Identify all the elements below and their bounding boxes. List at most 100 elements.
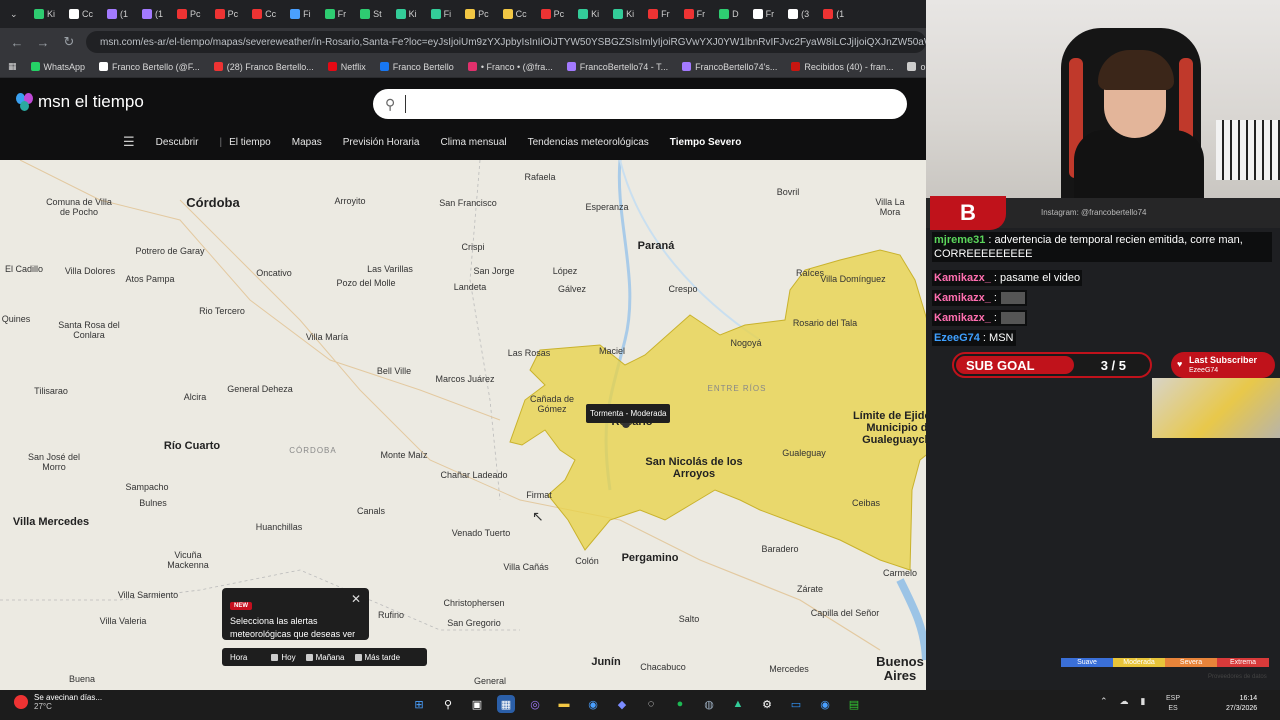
search-input[interactable] bbox=[405, 95, 706, 113]
map-place-label: Firmat bbox=[526, 490, 552, 500]
language-indicator[interactable]: ESP ES bbox=[1166, 694, 1180, 714]
map-place-label: San Francisco bbox=[439, 198, 497, 208]
browser-tab[interactable]: Fr bbox=[678, 3, 712, 25]
map-place-label: Ceibas bbox=[851, 498, 881, 508]
nav-discover[interactable]: Descubrir bbox=[156, 137, 199, 148]
terminal-icon[interactable]: ▤ bbox=[845, 695, 863, 713]
map-place-label: Gualeguay bbox=[782, 448, 826, 458]
app-triangle-icon[interactable]: ▲ bbox=[729, 695, 747, 713]
browser-tab[interactable]: Fr bbox=[642, 3, 676, 25]
close-icon[interactable]: ✕ bbox=[351, 592, 361, 606]
browser-tab[interactable]: Fr bbox=[319, 3, 353, 25]
chat-message: Kamikazx_ : bbox=[932, 290, 1027, 306]
reload-icon[interactable]: ↻ bbox=[60, 34, 78, 50]
apps-icon[interactable]: ▦ bbox=[8, 61, 17, 72]
browser-tab[interactable]: Cc bbox=[63, 3, 99, 25]
nav-maps[interactable]: Mapas bbox=[292, 137, 322, 148]
chrome-icon[interactable]: ◉ bbox=[584, 695, 602, 713]
forward-icon[interactable]: → bbox=[34, 35, 52, 50]
store-icon[interactable]: ▦ bbox=[497, 695, 515, 713]
map-place-label: Villa María bbox=[305, 332, 349, 342]
spotify-icon[interactable]: ● bbox=[671, 695, 689, 713]
map-place-label: Durazno bbox=[1152, 542, 1188, 552]
app-icon[interactable]: ◌ bbox=[642, 695, 660, 713]
bookmark-item[interactable]: (28) Franco Bertello... bbox=[213, 62, 314, 72]
cloud-icon[interactable]: ☁ bbox=[1120, 696, 1129, 707]
filter-today[interactable]: Hoy bbox=[271, 653, 296, 662]
browser-tab[interactable]: Cc bbox=[497, 3, 533, 25]
settings-icon[interactable]: ⚙ bbox=[758, 695, 776, 713]
browser-tab[interactable]: St bbox=[354, 3, 388, 25]
url-bar[interactable]: msn.com/es-ar/el-tiempo/mapas/severeweat… bbox=[86, 31, 926, 53]
map-place-label: Cañada de Gómez bbox=[529, 394, 575, 414]
back-icon[interactable]: ← bbox=[8, 35, 26, 50]
map-place-label: Buenos Aires bbox=[876, 654, 924, 683]
discord-circle-icon[interactable]: ◎ bbox=[526, 695, 544, 713]
data-providers-link[interactable]: Proveedores de datos bbox=[1208, 674, 1267, 680]
nav-weather[interactable]: El tiempo bbox=[229, 137, 271, 148]
bookmark-item[interactable]: Franco Bertello bbox=[379, 62, 454, 72]
browser-tab[interactable]: Pc bbox=[209, 3, 245, 25]
bookmark-item[interactable]: FrancoBertello74's... bbox=[682, 62, 777, 72]
browser-tab[interactable]: Fi bbox=[284, 3, 317, 25]
map-place-label: Christophersen bbox=[443, 598, 505, 608]
bookmark-item[interactable]: Recibidos (40) - fran... bbox=[791, 62, 893, 72]
steam-icon[interactable]: ◍ bbox=[700, 695, 718, 713]
task-view-icon[interactable]: ▣ bbox=[468, 695, 486, 713]
browser-tab[interactable]: (3 bbox=[782, 3, 815, 25]
start-icon[interactable]: ⊞ bbox=[410, 695, 428, 713]
bookmark-item[interactable]: outlook bbox=[907, 62, 926, 72]
map-place-label: Alcira bbox=[183, 392, 207, 402]
browser-tab[interactable]: Ki bbox=[28, 3, 61, 25]
clock[interactable]: 16:14 27/3/2026 bbox=[1226, 694, 1257, 714]
nav-trends[interactable]: Tendencias meteorológicas bbox=[528, 137, 649, 148]
bookmark-item[interactable]: Netflix bbox=[327, 62, 366, 72]
tab-list-button[interactable]: ⌄ bbox=[4, 3, 26, 25]
bookmark-item[interactable]: WhatsApp bbox=[30, 62, 85, 72]
browser-tab[interactable]: Fr bbox=[747, 3, 781, 25]
browser-tab[interactable]: Pc bbox=[171, 3, 207, 25]
nav-monthly[interactable]: Clima mensual bbox=[440, 137, 506, 148]
search-icon[interactable]: ⚲ bbox=[439, 695, 457, 713]
menu-icon[interactable]: ☰ bbox=[123, 134, 135, 150]
map-place-label: Rio Tercero bbox=[199, 306, 245, 316]
browser-tab[interactable]: Pc bbox=[459, 3, 495, 25]
weather-widget[interactable]: Se avecinan días... 27°C bbox=[14, 693, 102, 711]
map-place-label: FLORIDA bbox=[1201, 544, 1243, 553]
bookmark-item[interactable]: Franco Bertello (@F... bbox=[99, 62, 200, 72]
bookmark-favicon-icon bbox=[327, 62, 337, 71]
nav-severe-weather[interactable]: Tiempo Severo bbox=[670, 137, 742, 148]
nav-hourly[interactable]: Previsión Horaria bbox=[343, 137, 420, 148]
filter-later[interactable]: Más tarde bbox=[354, 653, 400, 662]
battery-icon[interactable]: ▮ bbox=[1141, 696, 1146, 707]
browser-tab[interactable]: Ki bbox=[390, 3, 423, 25]
tab-label: Ki bbox=[47, 9, 56, 19]
chrome-icon-2[interactable]: ◉ bbox=[816, 695, 834, 713]
chevron-up-icon[interactable]: ⌃ bbox=[1100, 696, 1108, 707]
search-box[interactable]: ⚲ bbox=[373, 89, 907, 119]
tab-favicon-icon bbox=[69, 9, 80, 19]
browser-tab[interactable]: Pc bbox=[535, 3, 571, 25]
browser-tab[interactable]: Ki bbox=[572, 3, 605, 25]
bookmark-item[interactable]: FrancoBertello74 - T... bbox=[566, 62, 668, 72]
folder-icon[interactable]: ▬ bbox=[555, 695, 573, 713]
discord-icon[interactable]: ◆ bbox=[613, 695, 631, 713]
bookmark-item[interactable]: • Franco • (@fra... bbox=[467, 62, 553, 72]
browser-tab[interactable]: Cc bbox=[246, 3, 282, 25]
tab-label: Ki bbox=[626, 9, 635, 19]
monitor-icon[interactable]: ▭ bbox=[787, 695, 805, 713]
map-place-label: Canals bbox=[356, 506, 386, 516]
map-place-label: López bbox=[552, 266, 578, 276]
browser-tab[interactable]: D bbox=[713, 3, 745, 25]
bookmark-favicon-icon bbox=[467, 62, 477, 71]
browser-tab[interactable]: Fi bbox=[425, 3, 458, 25]
filter-tomorrow[interactable]: Mañana bbox=[305, 653, 345, 662]
map-place-label: Villa Domínguez bbox=[820, 274, 886, 284]
alert-selection-popup: NEW ✕ Selecciona las alertas meteorológi… bbox=[222, 588, 369, 640]
browser-tab[interactable]: Ki bbox=[607, 3, 640, 25]
browser-tab[interactable]: (1 bbox=[817, 3, 850, 25]
weather-map[interactable]: Rafaela Córdoba Comuna de Villa de Pocho Ar… bbox=[0, 160, 926, 690]
browser-tab[interactable]: (1 bbox=[101, 3, 134, 25]
browser-tab[interactable]: (1 bbox=[136, 3, 169, 25]
msn-logo[interactable]: msn el tiempo bbox=[16, 92, 144, 112]
